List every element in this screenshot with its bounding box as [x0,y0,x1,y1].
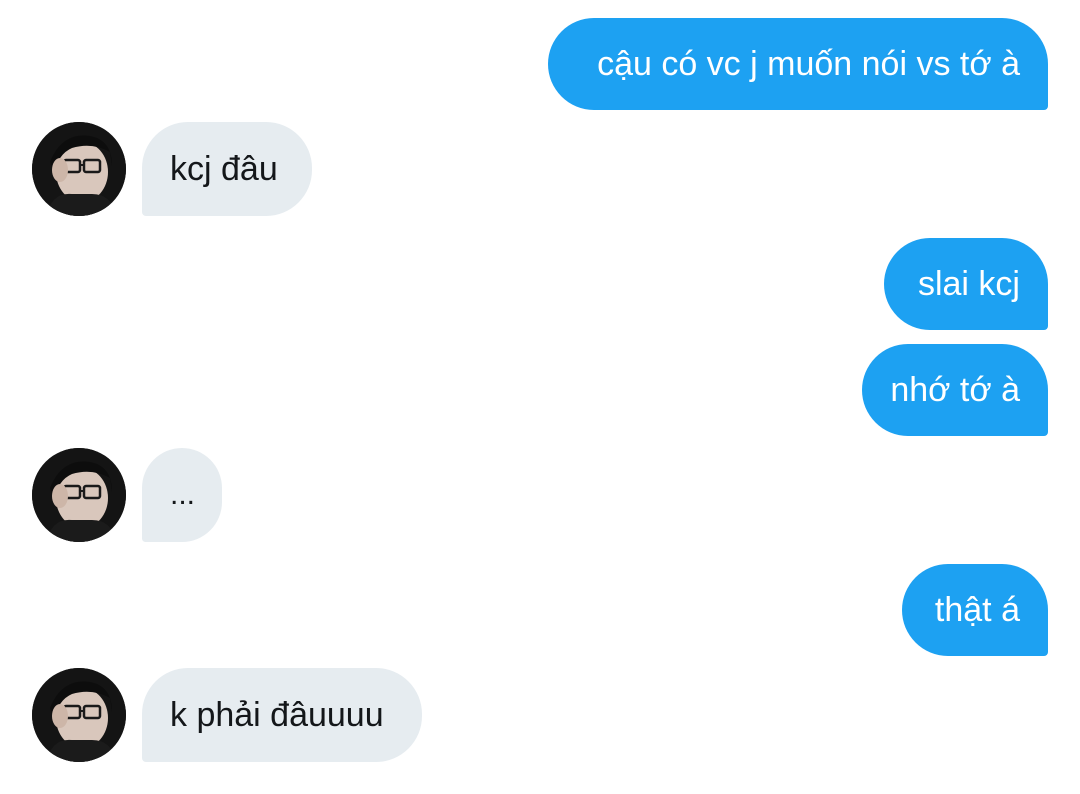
contact-avatar[interactable] [32,668,126,762]
message-text: k phải đâuuuu [170,696,384,734]
message-text: slai kcj [917,265,1020,303]
contact-avatar[interactable] [32,122,126,216]
outgoing-message[interactable]: nhớ tớ à [862,344,1048,436]
message-text: nhớ tớ à [890,371,1020,409]
message-text: cậu có vc j muốn nói vs tớ à [597,45,1020,83]
outgoing-message[interactable]: cậu có vc j muốn nói vs tớ à [548,18,1048,110]
outgoing-message[interactable]: slai kcj [884,238,1048,330]
avatar-photo-icon [32,448,126,542]
avatar-photo-icon [32,122,126,216]
message-text: thật á [934,591,1020,629]
message-text: kcj đâu [170,150,278,188]
incoming-message[interactable]: kcj đâu [142,122,312,216]
avatar-photo-icon [32,668,126,762]
message-text: ... [170,478,196,511]
outgoing-message[interactable]: thật á [902,564,1048,656]
contact-avatar[interactable] [32,448,126,542]
incoming-message[interactable]: ... [142,448,222,542]
incoming-message[interactable]: k phải đâuuuu [142,668,422,762]
